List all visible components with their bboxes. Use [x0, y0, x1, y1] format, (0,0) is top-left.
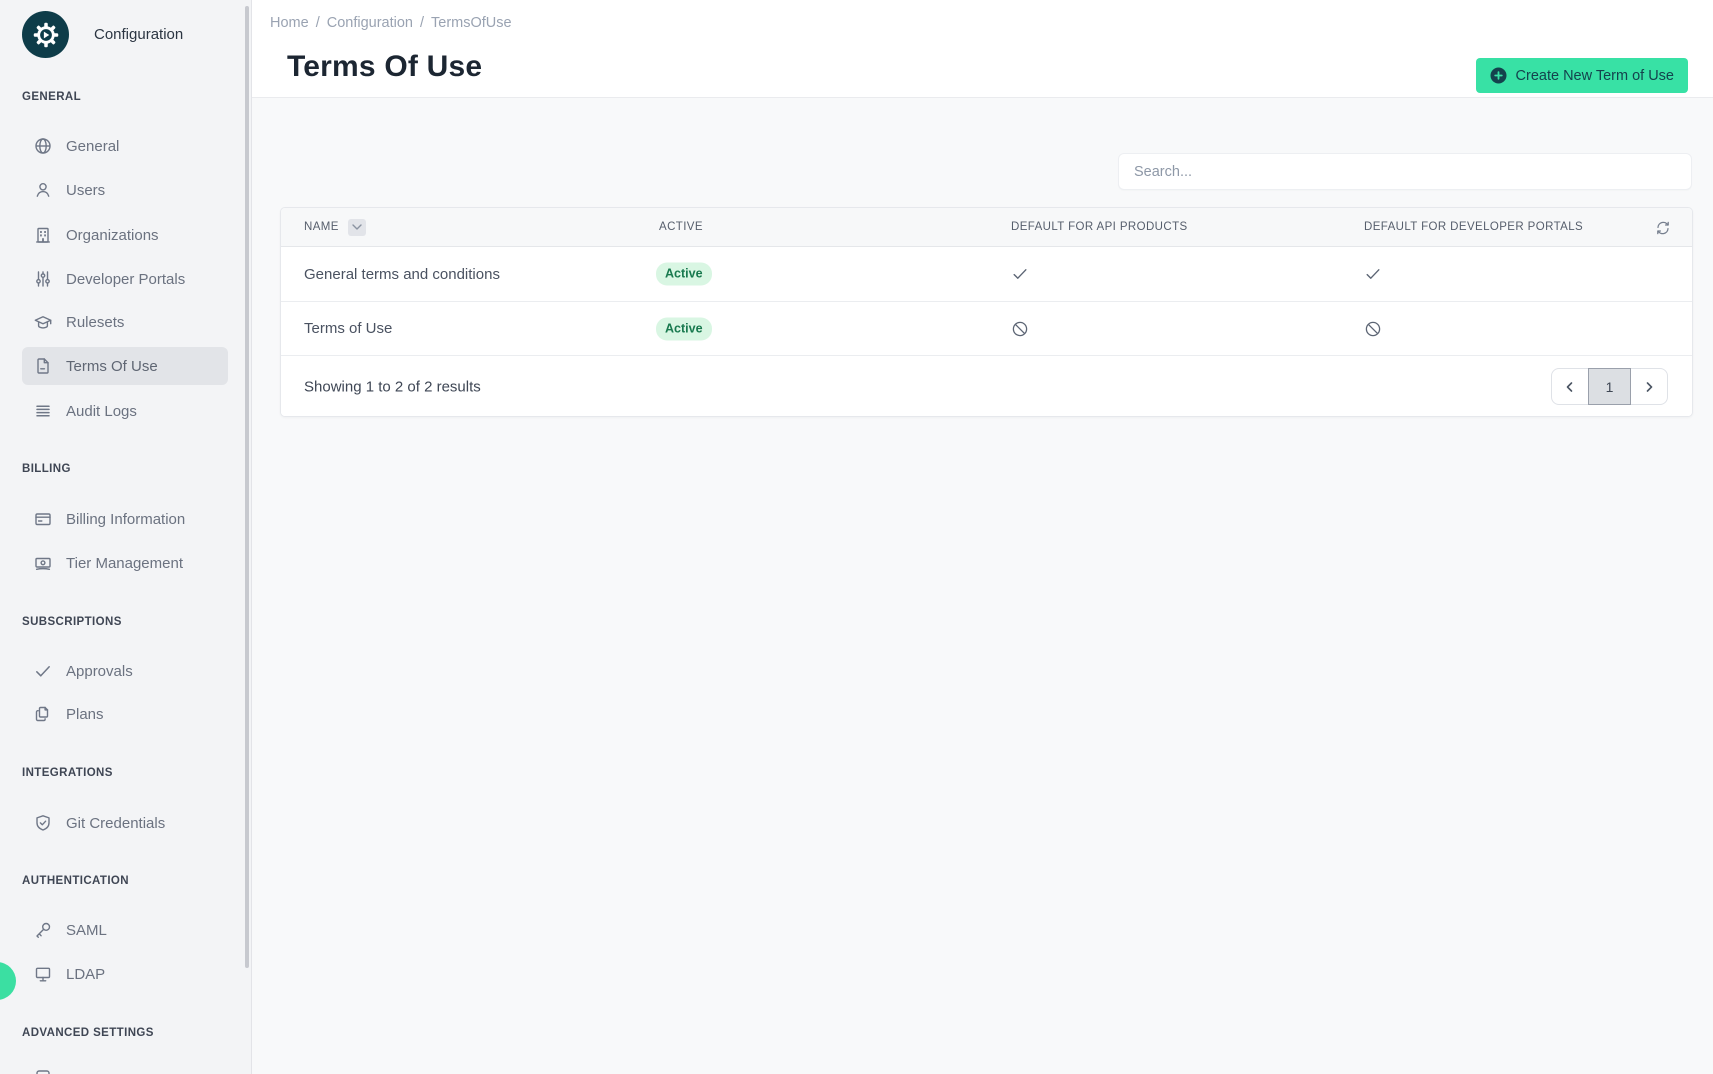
sidebar-item-label: Plans	[66, 706, 104, 723]
sidebar-item-developer-portals[interactable]: Developer Portals	[22, 260, 228, 298]
app-logo	[22, 11, 69, 58]
chevron-left-icon	[1564, 381, 1576, 393]
breadcrumb: Home / Configuration / TermsOfUse	[270, 15, 512, 31]
current-page-indicator[interactable]: 1	[1588, 368, 1631, 405]
app-title: Configuration	[94, 26, 183, 43]
section-label-subscriptions: SUBSCRIPTIONS	[22, 616, 122, 628]
create-new-term-button[interactable]: Create New Term of Use	[1476, 58, 1688, 93]
user-icon	[33, 180, 53, 200]
sidebar-item-users[interactable]: Users	[22, 171, 228, 209]
key-icon	[33, 920, 53, 940]
pagination: 1	[1551, 368, 1668, 405]
terms-table: NAME ACTIVE DEFAULT FOR API PRODUCTS DEF…	[280, 207, 1693, 417]
previous-page-button[interactable]	[1552, 369, 1588, 404]
sidebar: Configuration GENERAL General Users	[0, 0, 252, 1074]
check-icon	[1363, 264, 1383, 284]
sidebar-item-approvals[interactable]: Approvals	[22, 652, 228, 690]
breadcrumb-home[interactable]: Home	[270, 15, 309, 31]
results-summary: Showing 1 to 2 of 2 results	[304, 378, 481, 395]
sidebar-item-git-credentials[interactable]: Git Credentials	[22, 804, 228, 842]
sidebar-item-tier-management[interactable]: Tier Management	[22, 544, 228, 582]
status-badge: Active	[656, 263, 712, 286]
no-symbol-icon	[1010, 319, 1030, 339]
sidebar-item-saml[interactable]: SAML	[22, 911, 228, 949]
term-name: General terms and conditions	[304, 247, 500, 301]
graduation-cap-icon	[33, 312, 53, 332]
breadcrumb-termsofuse: TermsOfUse	[431, 15, 512, 31]
sidebar-item-ldap[interactable]: LDAP	[22, 955, 228, 993]
gear-icon	[31, 20, 61, 50]
plus-circle-icon	[1490, 67, 1507, 84]
next-page-button[interactable]	[1631, 369, 1667, 404]
chevron-right-icon	[1643, 381, 1655, 393]
copy-icon	[33, 704, 53, 724]
sidebar-item-organizations[interactable]: Organizations	[22, 216, 228, 254]
sidebar-item-label: Git Credentials	[66, 815, 165, 832]
table-footer: Showing 1 to 2 of 2 results 1	[281, 356, 1692, 417]
sidebar-item-general[interactable]: General	[22, 127, 228, 165]
create-button-label: Create New Term of Use	[1516, 68, 1674, 84]
building-icon	[33, 225, 53, 245]
check-icon	[1010, 264, 1030, 284]
sidebar-item-partial[interactable]	[22, 1059, 228, 1074]
sidebar-item-label: Organizations	[66, 227, 159, 244]
page-header: Home / Configuration / TermsOfUse Terms Of U…	[252, 0, 1713, 98]
status-badge: Active	[656, 317, 712, 340]
search-input[interactable]	[1118, 153, 1692, 190]
chevron-down-icon	[352, 224, 362, 230]
refresh-button[interactable]	[1654, 219, 1671, 236]
table-row[interactable]: Terms of Use Active	[281, 302, 1692, 356]
section-label-billing: BILLING	[22, 463, 71, 475]
column-header-default-developer-portals: DEFAULT FOR DEVELOPER PORTALS	[1364, 208, 1583, 246]
page-title: Terms Of Use	[287, 50, 482, 84]
shield-check-icon	[33, 813, 53, 833]
sidebar-item-terms-of-use[interactable]: Terms Of Use	[22, 347, 228, 385]
sidebar-item-plans[interactable]: Plans	[22, 695, 228, 733]
sidebar-item-rulesets[interactable]: Rulesets	[22, 303, 228, 341]
globe-icon	[33, 136, 53, 156]
section-label-authentication: AUTHENTICATION	[22, 875, 129, 887]
column-header-name: NAME	[304, 208, 366, 246]
check-icon	[33, 661, 53, 681]
sidebar-item-label: Approvals	[66, 663, 133, 680]
section-label-integrations: INTEGRATIONS	[22, 767, 113, 779]
sidebar-item-label: SAML	[66, 922, 107, 939]
document-icon	[33, 356, 53, 376]
sidebar-item-label: Developer Portals	[66, 271, 185, 288]
list-icon	[33, 401, 53, 421]
sidebar-item-label: Billing Information	[66, 511, 185, 528]
breadcrumb-separator: /	[420, 15, 424, 31]
sidebar-item-label: Rulesets	[66, 314, 124, 331]
sidebar-item-billing-information[interactable]: Billing Information	[22, 500, 228, 538]
sidebar-scrollbar[interactable]	[245, 6, 249, 968]
section-label-general: GENERAL	[22, 91, 81, 103]
sliders-icon	[33, 269, 53, 289]
column-header-active: ACTIVE	[659, 208, 703, 246]
refresh-icon	[1655, 220, 1671, 236]
credit-card-icon	[33, 509, 53, 529]
monitor-icon	[33, 964, 53, 984]
table-row[interactable]: General terms and conditions Active	[281, 247, 1692, 302]
box-icon	[33, 1068, 53, 1074]
sidebar-item-label: Users	[66, 182, 105, 199]
main-content: Home / Configuration / TermsOfUse Terms Of U…	[252, 0, 1713, 1074]
table-header-row: NAME ACTIVE DEFAULT FOR API PRODUCTS DEF…	[281, 208, 1692, 247]
breadcrumb-configuration[interactable]: Configuration	[327, 15, 413, 31]
sidebar-item-label: General	[66, 138, 119, 155]
cash-icon	[33, 553, 53, 573]
column-header-default-api-products: DEFAULT FOR API PRODUCTS	[1011, 208, 1188, 246]
sidebar-item-label: Tier Management	[66, 555, 183, 572]
no-symbol-icon	[1363, 319, 1383, 339]
sidebar-item-label: Audit Logs	[66, 403, 137, 420]
sidebar-item-label: Terms Of Use	[66, 358, 158, 375]
breadcrumb-separator: /	[316, 15, 320, 31]
sidebar-item-label: LDAP	[66, 966, 105, 983]
section-label-advanced-settings: ADVANCED SETTINGS	[22, 1027, 154, 1039]
sidebar-item-audit-logs[interactable]: Audit Logs	[22, 392, 228, 430]
term-name: Terms of Use	[304, 302, 392, 355]
name-sort-button[interactable]	[348, 219, 366, 236]
